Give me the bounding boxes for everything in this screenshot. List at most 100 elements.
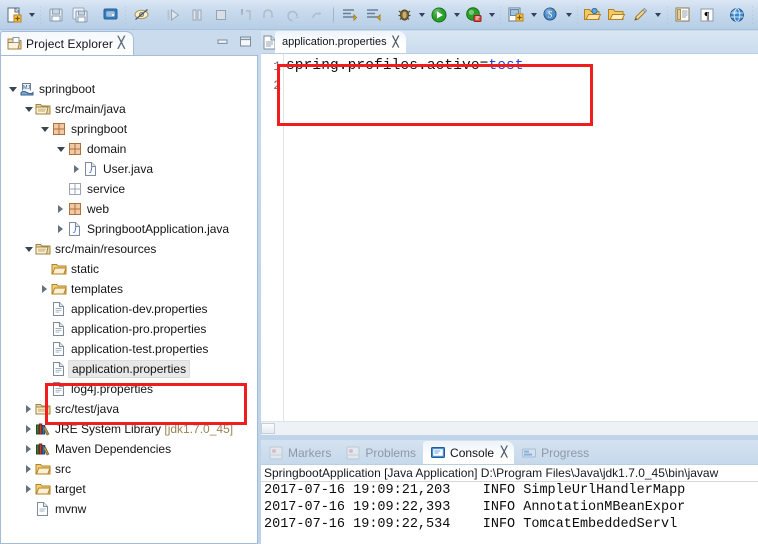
editor-horizontal-scrollbar[interactable] [261, 421, 758, 435]
maximize-view-button[interactable] [239, 35, 252, 48]
toolbar-group-open [581, 2, 664, 28]
toolbar-drag-handle-6[interactable] [577, 4, 578, 25]
chevron-right-icon[interactable] [55, 219, 66, 239]
toggle-mark-occurrences-icon[interactable] [130, 4, 152, 26]
step-over-icon[interactable] [258, 4, 280, 26]
close-icon[interactable]: ╳ [501, 447, 507, 458]
chevron-right-icon[interactable] [23, 459, 34, 479]
tab-progress[interactable]: Progress [514, 441, 596, 464]
tree-item-application-pro-properties[interactable]: application-pro.properties [1, 319, 257, 339]
open-type-icon[interactable] [582, 4, 604, 26]
chevron-down-icon[interactable] [23, 99, 34, 119]
open-perspective-icon[interactable] [672, 4, 694, 26]
new-dropdown-arrow[interactable] [26, 4, 37, 26]
toolbar-drag-handle-7[interactable] [666, 4, 668, 25]
save-all-icon[interactable] [69, 4, 91, 26]
tree-item-mvnw[interactable]: mvnw [1, 499, 257, 519]
project-explorer-tree-panel: MJ springboot src/main/java springboot domai… [0, 55, 258, 544]
close-icon[interactable]: ╳ [118, 38, 125, 49]
web-browser-icon[interactable] [726, 4, 748, 26]
suspend-icon[interactable] [186, 4, 208, 26]
editor-tab-label: application.properties [282, 36, 387, 48]
coverage-icon[interactable] [463, 4, 485, 26]
chevron-right-icon[interactable] [39, 279, 50, 299]
tree-item-domain[interactable]: domain [1, 139, 257, 159]
print-icon[interactable] [99, 4, 121, 26]
tab-problems[interactable]: Problems [338, 441, 423, 464]
chevron-right-icon[interactable] [71, 159, 82, 179]
new-annotation-arrow[interactable] [653, 4, 664, 26]
toolbar-drag-handle-3[interactable] [125, 4, 127, 25]
chevron-down-icon[interactable] [7, 79, 18, 99]
open-task-icon[interactable] [606, 4, 628, 26]
toolbar-drag-handle-5[interactable] [500, 4, 502, 25]
editor-hscroll-thumb[interactable] [261, 423, 275, 434]
new-java-class-arrow[interactable] [528, 4, 539, 26]
chevron-down-icon[interactable] [55, 139, 66, 159]
tree-item-application-properties[interactable]: application.properties [1, 359, 257, 379]
debug-dropdown-arrow[interactable] [416, 4, 427, 26]
pilcrow-icon[interactable]: ¶ [696, 4, 718, 26]
minimize-view-button[interactable] [216, 35, 229, 48]
debug-icon[interactable] [393, 4, 415, 26]
run-dropdown-arrow[interactable] [451, 4, 462, 26]
chevron-right-icon[interactable] [55, 199, 66, 219]
run-icon[interactable] [428, 4, 450, 26]
toolbar-drag-handle-9[interactable] [752, 4, 753, 25]
editor-text-area[interactable]: 1 2 spring.profiles.active=test [261, 53, 758, 435]
toolbar-drag-handle-4[interactable] [388, 4, 390, 25]
editor-tab-application-properties[interactable]: application.properties ╳ [275, 31, 406, 53]
new-java-class-icon[interactable] [505, 4, 527, 26]
project-tree[interactable]: MJ springboot src/main/java springboot domai… [1, 79, 257, 519]
tab-markers[interactable]: Markers [261, 441, 338, 464]
new-annotation-icon[interactable] [630, 4, 652, 26]
chevron-down-icon[interactable] [39, 119, 50, 139]
close-icon[interactable]: ╳ [393, 37, 399, 48]
tree-item-log4j-properties[interactable]: log4j.properties [1, 379, 257, 399]
tree-item-springboot[interactable]: MJ springboot [1, 79, 257, 99]
console-body[interactable]: SpringbootApplication [Java Application]… [261, 464, 758, 544]
project-explorer-tab[interactable]: Project Explorer ╳ [0, 31, 134, 55]
tree-item-web[interactable]: web [1, 199, 257, 219]
tree-item-application-test-properties[interactable]: application-test.properties [1, 339, 257, 359]
tree-item-label: domain [87, 142, 127, 156]
tree-item-static[interactable]: static [1, 259, 257, 279]
tree-item-target[interactable]: target [1, 479, 257, 499]
toolbar-drag-handle-8[interactable] [721, 4, 723, 25]
tree-item-src-main-java[interactable]: src/main/java [1, 99, 257, 119]
search-dropdown-arrow[interactable] [563, 4, 574, 26]
tree-item-springboot[interactable]: springboot [1, 119, 257, 139]
tree-item-templates[interactable]: templates [1, 279, 257, 299]
terminate-icon[interactable] [210, 4, 232, 26]
search-icon[interactable]: S [540, 4, 562, 26]
tree-item-src[interactable]: src [1, 459, 257, 479]
new-wizard-icon[interactable] [3, 4, 25, 26]
tree-item-service[interactable]: service [1, 179, 257, 199]
chevron-right-icon[interactable] [23, 399, 34, 419]
toolbar-drag-handle-2[interactable] [94, 4, 96, 25]
tree-item-maven-dependencies[interactable]: Maven Dependencies [1, 439, 257, 459]
step-return-icon[interactable] [282, 4, 304, 26]
tree-item-application-dev-properties[interactable]: application-dev.properties [1, 299, 257, 319]
next-annotation-icon[interactable] [339, 4, 361, 26]
tab-console[interactable]: Console ╳ [423, 441, 515, 464]
tree-item-src-test-java[interactable]: src/test/java [1, 399, 257, 419]
save-icon[interactable] [45, 4, 67, 26]
chevron-right-icon[interactable] [23, 419, 34, 439]
tree-item-user-java[interactable]: J User.java [1, 159, 257, 179]
coverage-dropdown-arrow[interactable] [486, 4, 497, 26]
drop-to-frame-icon[interactable] [306, 4, 328, 26]
toolbar-drag-handle-1[interactable] [40, 4, 41, 25]
chevron-down-icon[interactable] [23, 239, 34, 259]
tree-item-label: SpringbootApplication.java [87, 222, 230, 236]
tree-item-springbootapplication-java[interactable]: J SpringbootApplication.java [1, 219, 257, 239]
toolbar-group-save [44, 2, 92, 28]
chevron-right-icon[interactable] [23, 479, 34, 499]
tree-item-jre-system-library[interactable]: JRE System Library [jdk1.7.0_45] [1, 419, 257, 439]
tree-item-src-main-resources[interactable]: src/main/resources [1, 239, 257, 259]
step-into-icon[interactable] [234, 4, 256, 26]
previous-annotation-icon[interactable] [363, 4, 385, 26]
chevron-right-icon[interactable] [23, 439, 34, 459]
resume-icon[interactable] [162, 4, 184, 26]
tree-no-expander [39, 359, 50, 379]
